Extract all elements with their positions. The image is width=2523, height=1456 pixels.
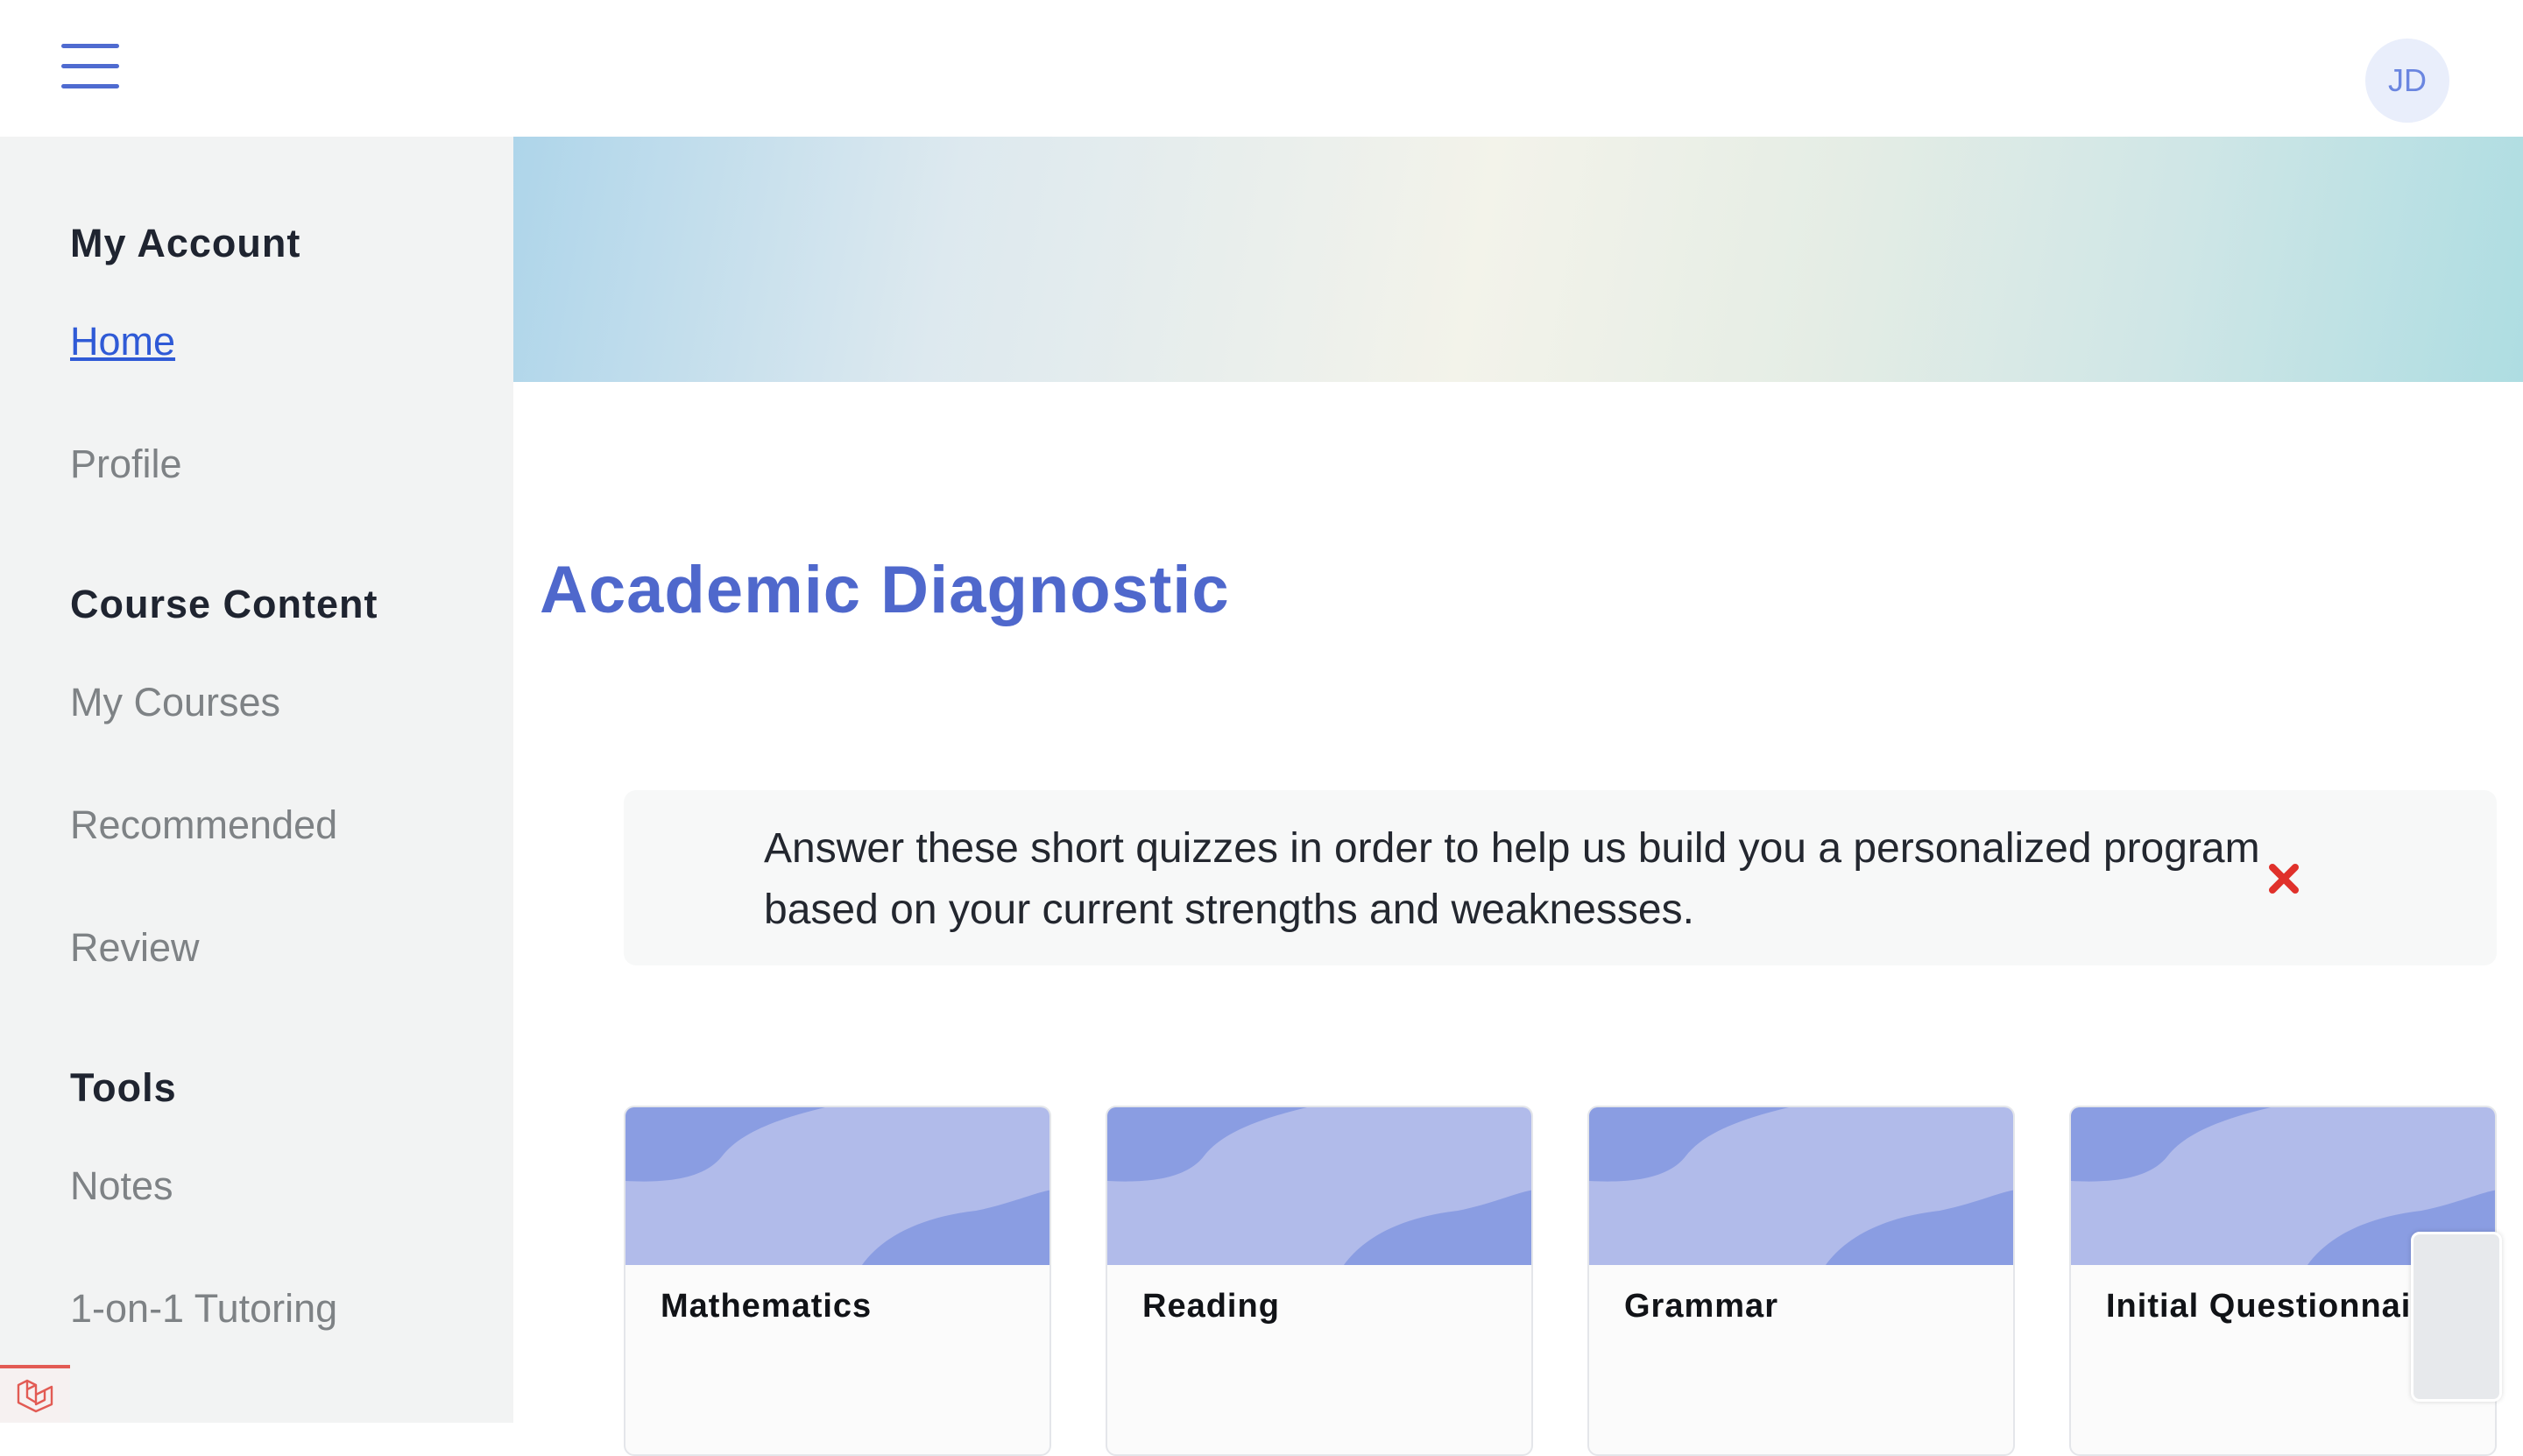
quiz-card-reading[interactable]: Reading (1106, 1106, 1533, 1456)
notice-text: Answer these short quizzes in order to h… (764, 825, 2260, 933)
card-wave-image (625, 1107, 1049, 1265)
card-wave-image (1589, 1107, 2013, 1265)
sidebar-heading-course-content: Course Content (70, 582, 378, 626)
info-notice: Answer these short quizzes in order to h… (624, 790, 2497, 965)
sidebar-item-review[interactable]: Review (70, 925, 200, 971)
sidebar-item-notes[interactable]: Notes (70, 1163, 173, 1209)
sidebar: My Account Home Profile Course Content M… (0, 137, 513, 1423)
hamburger-menu-icon[interactable] (61, 44, 119, 89)
sidebar-item-home[interactable]: Home (70, 319, 175, 364)
laravel-logo-icon[interactable] (0, 1365, 70, 1423)
close-icon[interactable] (2262, 857, 2306, 901)
floating-widget[interactable] (2411, 1232, 2502, 1402)
sidebar-item-profile[interactable]: Profile (70, 442, 182, 487)
card-title: Initial Questionnaire (2106, 1288, 2445, 1325)
quiz-card-grammar[interactable]: Grammar (1587, 1106, 2015, 1456)
top-bar: JD (0, 0, 2523, 137)
sidebar-heading-my-account: My Account (70, 221, 301, 265)
header-banner (513, 137, 2523, 382)
card-wave-image (1107, 1107, 1531, 1265)
card-title: Reading (1142, 1288, 1280, 1325)
card-title: Grammar (1624, 1288, 1778, 1325)
sidebar-item-recommended[interactable]: Recommended (70, 802, 337, 848)
page-title: Academic Diagnostic (540, 553, 1230, 627)
sidebar-item-tutoring[interactable]: 1-on-1 Tutoring (70, 1286, 337, 1332)
sidebar-heading-tools: Tools (70, 1065, 177, 1110)
user-avatar[interactable]: JD (2365, 39, 2449, 123)
card-title: Mathematics (661, 1288, 873, 1325)
sidebar-item-my-courses[interactable]: My Courses (70, 680, 280, 725)
quiz-card-mathematics[interactable]: Mathematics (624, 1106, 1051, 1456)
